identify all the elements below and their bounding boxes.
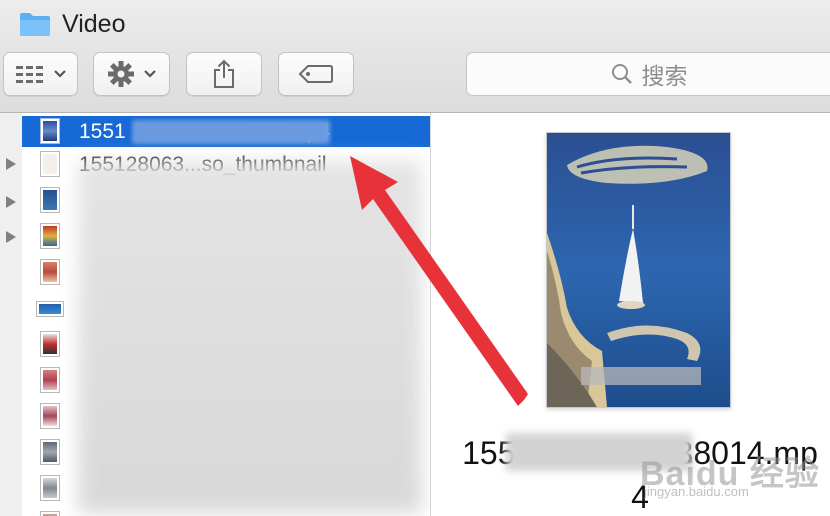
watermark: Baidu 经验 jingyan.baidu.com — [640, 446, 830, 506]
finder-window: Video 搜索 1551 155 38014.mp4 Baidu 经验 jin… — [0, 0, 830, 516]
file-thumbnail — [40, 259, 60, 285]
gear-icon — [107, 61, 134, 87]
tags-button[interactable] — [278, 52, 354, 96]
search-placeholder: 搜索 — [641, 63, 688, 89]
preview-image — [546, 132, 731, 408]
watermark-url: jingyan.baidu.com — [644, 484, 749, 499]
icon-grid-icon — [15, 66, 43, 83]
file-thumbnail — [40, 367, 60, 393]
share-icon — [214, 59, 234, 88]
search-field[interactable]: 搜索 — [466, 52, 830, 96]
file-thumbnail — [36, 301, 64, 317]
file-list-column: 1551 014.mp4 155128063...so_thumbnail — [22, 113, 431, 516]
file-thumbnail — [40, 331, 60, 357]
file-thumbnail — [40, 151, 60, 177]
window-title: Video — [62, 10, 126, 38]
file-thumbnail — [40, 403, 60, 429]
file-thumbnail — [40, 475, 60, 501]
chevron-down-icon — [143, 70, 156, 78]
disclosure-triangle-icon[interactable] — [5, 230, 17, 244]
file-thumbnail — [40, 223, 60, 249]
folder-icon — [20, 13, 50, 36]
file-thumbnail — [40, 511, 60, 516]
file-thumbnail — [40, 118, 60, 144]
disclosure-triangle-icon[interactable] — [5, 195, 17, 209]
action-button[interactable] — [93, 52, 170, 96]
file-thumbnail — [40, 439, 60, 465]
share-button[interactable] — [186, 52, 262, 96]
file-row-selected[interactable]: 1551 014.mp4 — [22, 116, 430, 147]
chevron-down-icon — [53, 70, 66, 78]
magnifier-icon — [611, 64, 632, 84]
view-options-button[interactable] — [3, 52, 78, 96]
privacy-blur-mask — [78, 161, 422, 513]
disclosure-triangle-icon[interactable] — [5, 157, 17, 171]
sidebar-gutter — [0, 113, 23, 516]
title-bar: Video 搜索 — [0, 0, 830, 113]
redaction-mask — [132, 120, 330, 144]
tag-icon — [298, 65, 333, 83]
file-thumbnail — [40, 187, 60, 213]
